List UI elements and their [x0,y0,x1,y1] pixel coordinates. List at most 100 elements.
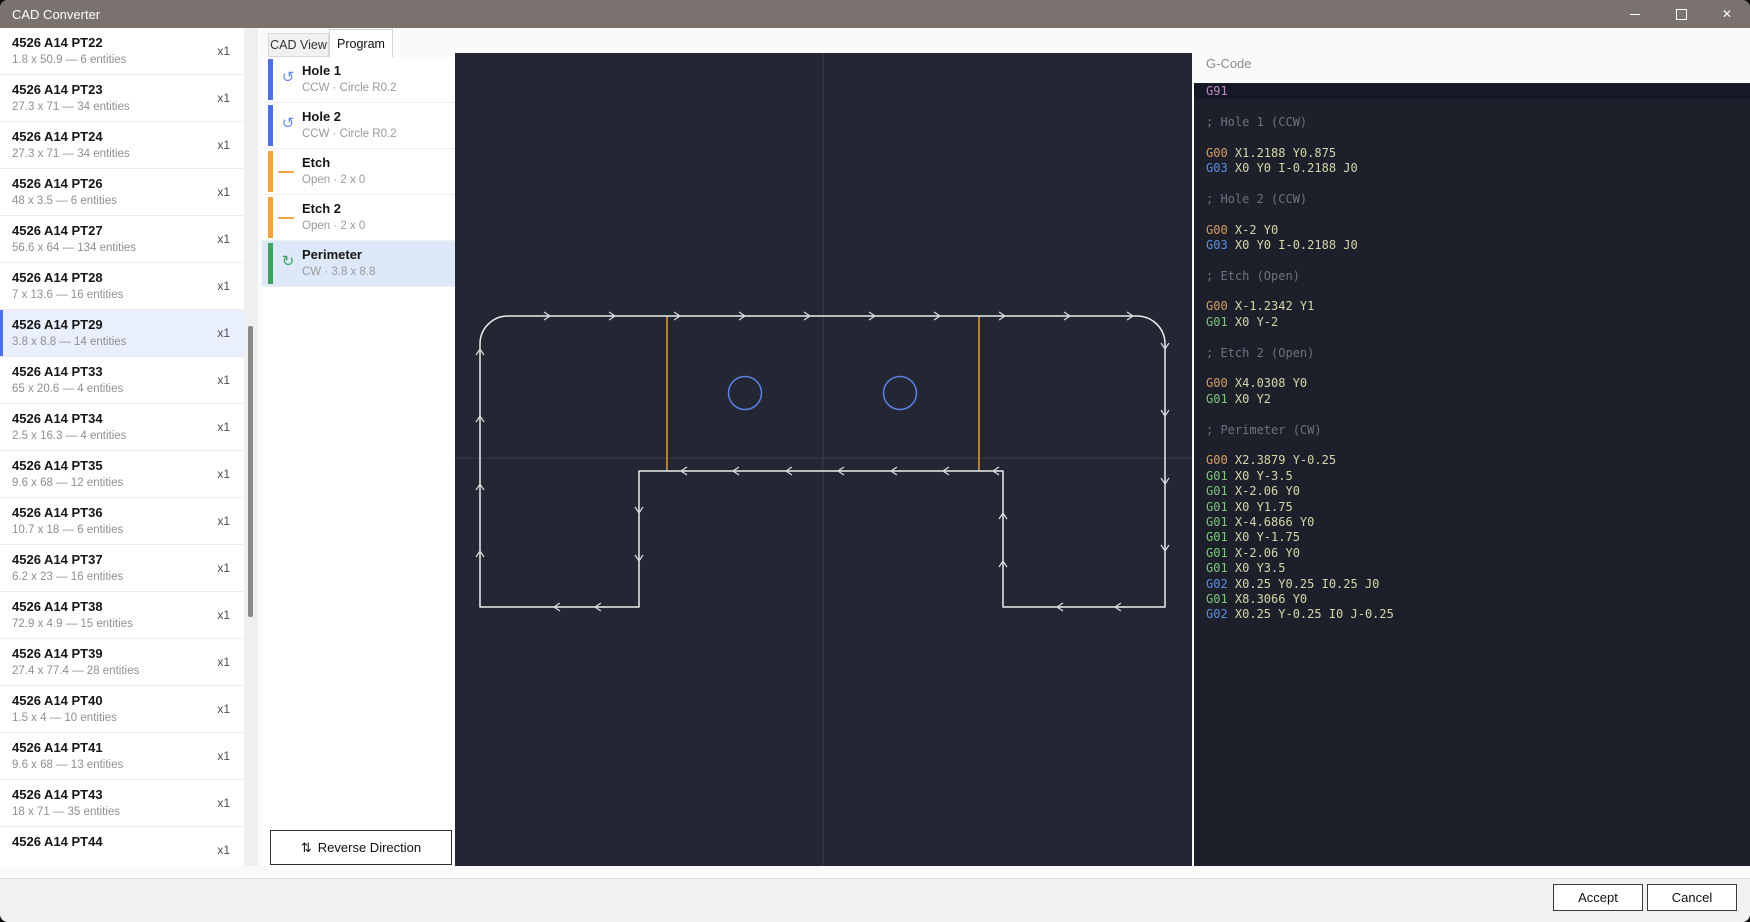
sidebar-part-item[interactable]: 4526 A14 PT3927.4 x 77.4 — 28 entitiesx1 [0,639,244,686]
part-dimensions: 18 x 71 — 35 entities [12,805,244,820]
gcode-line: ; Hole 1 (CCW) [1206,115,1750,130]
part-quantity-badge: x1 [217,138,230,152]
sidebar-part-item[interactable]: 4526 A14 PT40 1.5 x 4 — 10 entitiesx1 [0,686,244,733]
part-quantity-badge: x1 [217,655,230,669]
operation-item[interactable]: ↺Hole 1CCW · Circle R0.2 [262,57,455,103]
sidebar-part-item[interactable]: 4526 A14 PT2648 x 3.5 — 6 entitiesx1 [0,169,244,216]
sidebar-part-item[interactable]: 4526 A14 PT2327.3 x 71 — 34 entitiesx1 [0,75,244,122]
gcode-line: ; Perimeter (CW) [1206,423,1750,438]
gcode-line: G00 X1.2188 Y0.875 [1206,146,1750,161]
part-title: 4526 A14 PT23 [12,82,244,98]
sidebar-part-item[interactable]: 4526 A14 PT33 65 x 20.6 — 4 entitiesx1 [0,357,244,404]
part-quantity-badge: x1 [217,279,230,293]
gcode-line: G00 X4.0308 Y0 [1206,376,1750,391]
minimize-icon [1630,14,1640,15]
sidebar-part-item[interactable]: 4526 A14 PT3872.9 x 4.9 — 15 entitiesx1 [0,592,244,639]
accept-button[interactable]: Accept [1553,884,1643,911]
footer-bar: Accept Cancel [0,878,1750,922]
operation-accent-bar [268,151,273,192]
gcode-line [1206,284,1750,299]
minimize-button[interactable] [1612,0,1658,28]
part-title: 4526 A14 PT40 [12,693,244,709]
gcode-line: G02 X0.25 Y0.25 I0.25 J0 [1206,577,1750,592]
part-title: 4526 A14 PT43 [12,787,244,803]
operation-detail: CW · 3.8 x 8.8 [302,265,455,280]
gcode-line: G01 X0 Y3.5 [1206,561,1750,576]
selected-accent-bar [0,310,3,356]
part-title: 4526 A14 PT41 [12,740,244,756]
sidebar-part-item[interactable]: 4526 A14 PT287 x 13.6 — 16 entitiesx1 [0,263,244,310]
sidebar-part-item[interactable]: 4526 A14 PT3610.7 x 18 — 6 entitiesx1 [0,498,244,545]
part-title: 4526 A14 PT44 [12,834,244,850]
sidebar-part-item[interactable]: 4526 A14 PT44x1 [0,827,244,866]
gcode-line: G01 X-4.6866 Y0 [1206,515,1750,530]
sidebar-part-item[interactable]: 4526 A14 PT4318 x 71 — 35 entitiesx1 [0,780,244,827]
gcode-header: G-Code [1206,56,1252,71]
sidebar-part-item[interactable]: 4526 A14 PT221.8 x 50.9 — 6 entitiesx1 [0,28,244,75]
cad-canvas[interactable] [455,53,1192,866]
operation-title: Perimeter [302,247,455,263]
sidebar-part-item[interactable]: 4526 A14 PT419.6 x 68 — 13 entitiesx1 [0,733,244,780]
part-title: 4526 A14 PT33 [12,364,244,380]
part-dimensions: 10.7 x 18 — 6 entities [12,523,244,538]
operation-item[interactable]: ↺Hole 2CCW · Circle R0.2 [262,103,455,149]
etch-line-icon [278,217,294,219]
part-title: 4526 A14 PT22 [12,35,244,51]
gcode-line [1206,330,1750,345]
part-quantity-badge: x1 [217,702,230,716]
part-title: 4526 A14 PT27 [12,223,244,239]
operation-item[interactable]: Etch 2Open · 2 x 0 [262,195,455,241]
app-window: CAD Converter ✕ 4526 A14 PT221.8 x 50.9 … [0,0,1750,922]
operation-detail: CCW · Circle R0.2 [302,127,455,142]
part-quantity-badge: x1 [217,420,230,434]
part-quantity-badge: x1 [217,843,230,857]
part-dimensions: 48 x 3.5 — 6 entities [12,194,244,209]
window-controls: ✕ [1612,0,1750,28]
gcode-line [1206,438,1750,453]
sidebar-part-item[interactable]: 4526 A14 PT359.6 x 68 — 12 entitiesx1 [0,451,244,498]
reverse-direction-label: Reverse Direction [318,840,421,855]
sidebar-part-item[interactable]: 4526 A14 PT376.2 x 23 — 16 entitiesx1 [0,545,244,592]
sidebar-part-item[interactable]: 4526 A14 PT2756.6 x 64 — 134 entitiesx1 [0,216,244,263]
part-dimensions: 1.5 x 4 — 10 entities [12,711,244,726]
sidebar-scrollbar-thumb[interactable] [248,326,253,617]
reverse-direction-button[interactable]: ⇅ Reverse Direction [270,830,452,865]
part-dimensions: 9.6 x 68 — 12 entities [12,476,244,491]
gcode-line: G01 X0 Y1.75 [1206,500,1750,515]
hole-toolpath-circle [884,377,917,410]
maximize-icon [1676,9,1687,20]
close-button[interactable]: ✕ [1704,0,1750,28]
gcode-line: G01 X-2.06 Y0 [1206,484,1750,499]
operation-item[interactable]: EtchOpen · 2 x 0 [262,149,455,195]
gcode-line: G00 X-1.2342 Y1 [1206,299,1750,314]
sidebar-part-item[interactable]: 4526 A14 PT293.8 x 8.8 — 14 entitiesx1 [0,310,244,357]
gcode-line: ; Etch 2 (Open) [1206,346,1750,361]
gcode-line: G01 X0 Y-3.5 [1206,469,1750,484]
operation-detail: Open · 2 x 0 [302,219,455,234]
tab-cad-view[interactable]: CAD View [268,33,329,57]
close-icon: ✕ [1722,7,1732,21]
gcode-panel[interactable]: G91 ; Hole 1 (CCW) G00 X1.2188 Y0.875G03… [1194,83,1750,866]
sidebar-part-item[interactable]: 4526 A14 PT2427.3 x 71 — 34 entitiesx1 [0,122,244,169]
part-title: 4526 A14 PT26 [12,176,244,192]
maximize-button[interactable] [1658,0,1704,28]
operation-title: Hole 1 [302,63,455,79]
gcode-line: ; Hole 2 (CCW) [1206,192,1750,207]
part-dimensions: 3.8 x 8.8 — 14 entities [12,335,244,350]
cancel-button[interactable]: Cancel [1647,884,1737,911]
operation-item[interactable]: ↻PerimeterCW · 3.8 x 8.8 [262,241,455,287]
titlebar: CAD Converter ✕ [0,0,1750,28]
gcode-line: G00 X2.3879 Y-0.25 [1206,453,1750,468]
part-dimensions: 65 x 20.6 — 4 entities [12,382,244,397]
operations-list: ↺Hole 1CCW · Circle R0.2↺Hole 2CCW · Cir… [262,57,455,866]
part-quantity-badge: x1 [217,326,230,340]
gcode-line [1206,253,1750,268]
tab-program[interactable]: Program [329,29,393,57]
sidebar-part-item[interactable]: 4526 A14 PT342.5 x 16.3 — 4 entitiesx1 [0,404,244,451]
part-title: 4526 A14 PT28 [12,270,244,286]
part-dimensions: 27.3 x 71 — 34 entities [12,100,244,115]
operation-title: Etch [302,155,455,171]
gcode-line: G01 X0 Y2 [1206,392,1750,407]
operation-accent-bar [268,197,273,238]
part-quantity-badge: x1 [217,373,230,387]
